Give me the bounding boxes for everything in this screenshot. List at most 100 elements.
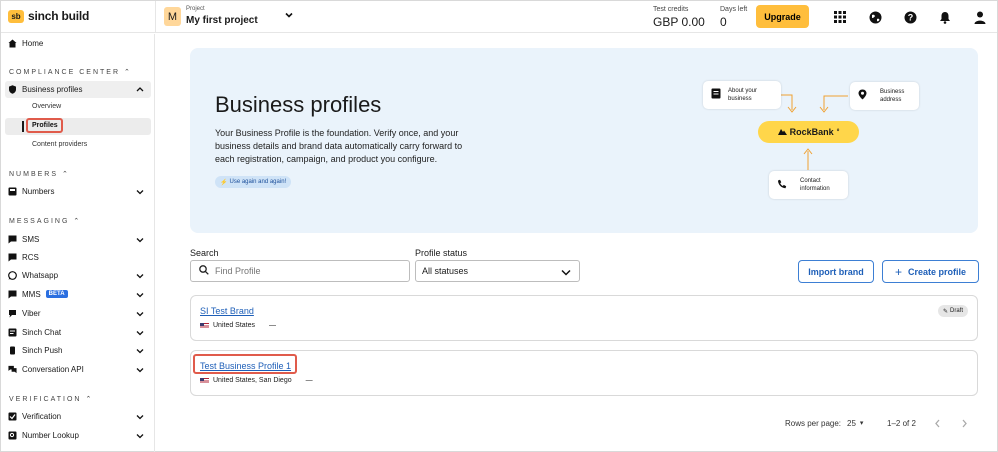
create-profile-button[interactable]: + Create profile [882, 260, 979, 283]
section-verification[interactable]: VERIFICATION ⌃ [9, 395, 93, 403]
chevron-down-icon[interactable] [136, 347, 144, 356]
chevron-down-icon[interactable] [284, 10, 294, 23]
profile-row[interactable]: SI Test Brand United States — ✎ Draft [190, 295, 978, 341]
sidebar-item-viber[interactable]: Viber [8, 305, 41, 321]
hero-banner: Business profiles Your Business Profile … [190, 48, 978, 233]
previous-page-icon[interactable] [934, 419, 941, 430]
sidebar-item-label: Number Lookup [22, 430, 79, 440]
status-value: All statuses [422, 266, 469, 276]
location-text: United States, San Diego [213, 377, 292, 384]
chevron-down-icon[interactable] [136, 432, 144, 441]
highlight-box-profile-link [193, 354, 297, 374]
chevron-down-icon[interactable] [136, 329, 144, 338]
chevron-down-icon[interactable] [136, 310, 144, 319]
next-page-icon[interactable] [961, 419, 968, 430]
chevron-up-icon: ⌃ [73, 218, 82, 225]
profile-row[interactable]: Test Business Profile 1 United States, S… [190, 350, 978, 396]
sidebar-item-content-providers[interactable]: Content providers [32, 141, 87, 148]
sidebar-item-business-profiles[interactable]: Business profiles [8, 81, 82, 97]
chevron-down-icon[interactable] [136, 291, 144, 300]
sidebar-item-number-lookup[interactable]: Number Lookup [8, 427, 79, 443]
section-numbers[interactable]: NUMBERS ⌃ [9, 170, 70, 178]
rockbank-logo-icon [777, 127, 787, 137]
sms-icon [8, 235, 17, 244]
sidebar-item-verification[interactable]: Verification [8, 408, 61, 424]
search-field[interactable] [190, 260, 410, 282]
section-compliance-center[interactable]: COMPLIANCE CENTER ⌃ [9, 68, 132, 76]
card-label: Business address [880, 89, 905, 103]
viber-icon [8, 309, 17, 318]
chevron-down-icon[interactable] [136, 236, 144, 245]
card-label: About your business [728, 88, 758, 102]
us-flag-icon [200, 322, 209, 329]
sidebar-item-label: MMS [22, 289, 41, 299]
profile-name-link[interactable]: SI Test Brand [200, 306, 254, 316]
profile-location: United States, San Diego — [200, 377, 313, 384]
bell-icon[interactable] [938, 10, 952, 24]
status-badge: ✎ Draft [937, 305, 968, 317]
card-business-address: Business address [850, 82, 919, 110]
chevron-down-icon[interactable] [136, 413, 144, 422]
sidebar-item-sinch-push[interactable]: Sinch Push [8, 342, 62, 358]
globe-icon[interactable] [868, 10, 882, 24]
card-about-business: About your business [703, 81, 781, 109]
upgrade-button[interactable]: Upgrade [756, 5, 809, 28]
rows-per-page-select[interactable]: 25 ▾ [847, 419, 863, 428]
sidebar-item-sinch-chat[interactable]: Sinch Chat [8, 324, 61, 340]
location-pin-icon [858, 89, 867, 103]
chevron-down-icon[interactable] [136, 366, 144, 375]
apps-grid-icon[interactable] [833, 10, 847, 24]
sidebar: Home COMPLIANCE CENTER ⌃ Business profil… [1, 34, 155, 452]
project-name[interactable]: My first project [186, 15, 258, 26]
chevron-down-icon[interactable] [136, 188, 144, 197]
chevron-down-icon[interactable] [136, 272, 144, 281]
chevron-down-icon [561, 268, 571, 278]
card-contact-information: Contact information [769, 171, 848, 199]
search-input[interactable] [215, 266, 395, 276]
verification-icon [8, 412, 17, 421]
sinch-build-logo[interactable]: sb sinch build [8, 9, 89, 23]
phone-icon [777, 179, 787, 192]
rows-per-page-label: Rows per page: [785, 419, 842, 428]
section-label: VERIFICATION [9, 396, 82, 403]
conversation-icon [8, 365, 17, 374]
rockbank-name: RockBank [789, 127, 834, 137]
help-icon[interactable]: ? [903, 10, 917, 24]
chevron-up-icon: ⌃ [123, 69, 132, 76]
section-messaging[interactable]: MESSAGING ⌃ [9, 217, 81, 225]
shield-icon [8, 84, 17, 94]
project-avatar[interactable]: M [164, 7, 181, 26]
sidebar-item-label: Viber [22, 308, 41, 318]
import-brand-button[interactable]: Import brand [798, 260, 874, 283]
sidebar-item-label: Whatsapp [22, 270, 59, 280]
import-brand-label: Import brand [808, 266, 864, 277]
pencil-icon: ✎ [942, 308, 948, 315]
sidebar-item-numbers[interactable]: Numbers [8, 183, 54, 199]
sidebar-item-conversation-api[interactable]: Conversation API [8, 361, 84, 377]
chevron-up-icon: ⌃ [61, 171, 70, 178]
plus-icon: + [894, 264, 902, 279]
divider [155, 1, 156, 33]
mms-icon [8, 290, 17, 299]
caret-down-icon: ▾ [859, 420, 864, 427]
dot-icon: ° [836, 128, 840, 136]
document-icon [711, 88, 721, 102]
top-bar: sb sinch build M Project My first projec… [1, 1, 997, 33]
chevron-up-icon: ⌃ [85, 396, 94, 403]
status-select[interactable]: All statuses [415, 260, 580, 282]
sidebar-item-label: Sinch Push [22, 345, 63, 355]
sidebar-item-mms[interactable]: MMS BETA [8, 286, 68, 302]
rockbank-brand-pill: RockBank ° [758, 121, 859, 143]
sidebar-item-rcs[interactable]: RCS [8, 249, 39, 265]
sidebar-item-label: Conversation API [22, 364, 84, 374]
status-badge-label: Draft [949, 308, 963, 314]
chevron-up-icon[interactable] [136, 85, 144, 94]
sidebar-item-home[interactable]: Home [8, 35, 43, 51]
rows-per-page-value: 25 [847, 419, 856, 428]
sidebar-item-label: Home [22, 38, 44, 48]
user-icon[interactable] [973, 10, 987, 24]
sidebar-item-label: Numbers [22, 186, 55, 196]
sidebar-item-overview[interactable]: Overview [32, 103, 61, 110]
sidebar-item-whatsapp[interactable]: Whatsapp [8, 267, 58, 283]
sidebar-item-sms[interactable]: SMS [8, 231, 39, 247]
